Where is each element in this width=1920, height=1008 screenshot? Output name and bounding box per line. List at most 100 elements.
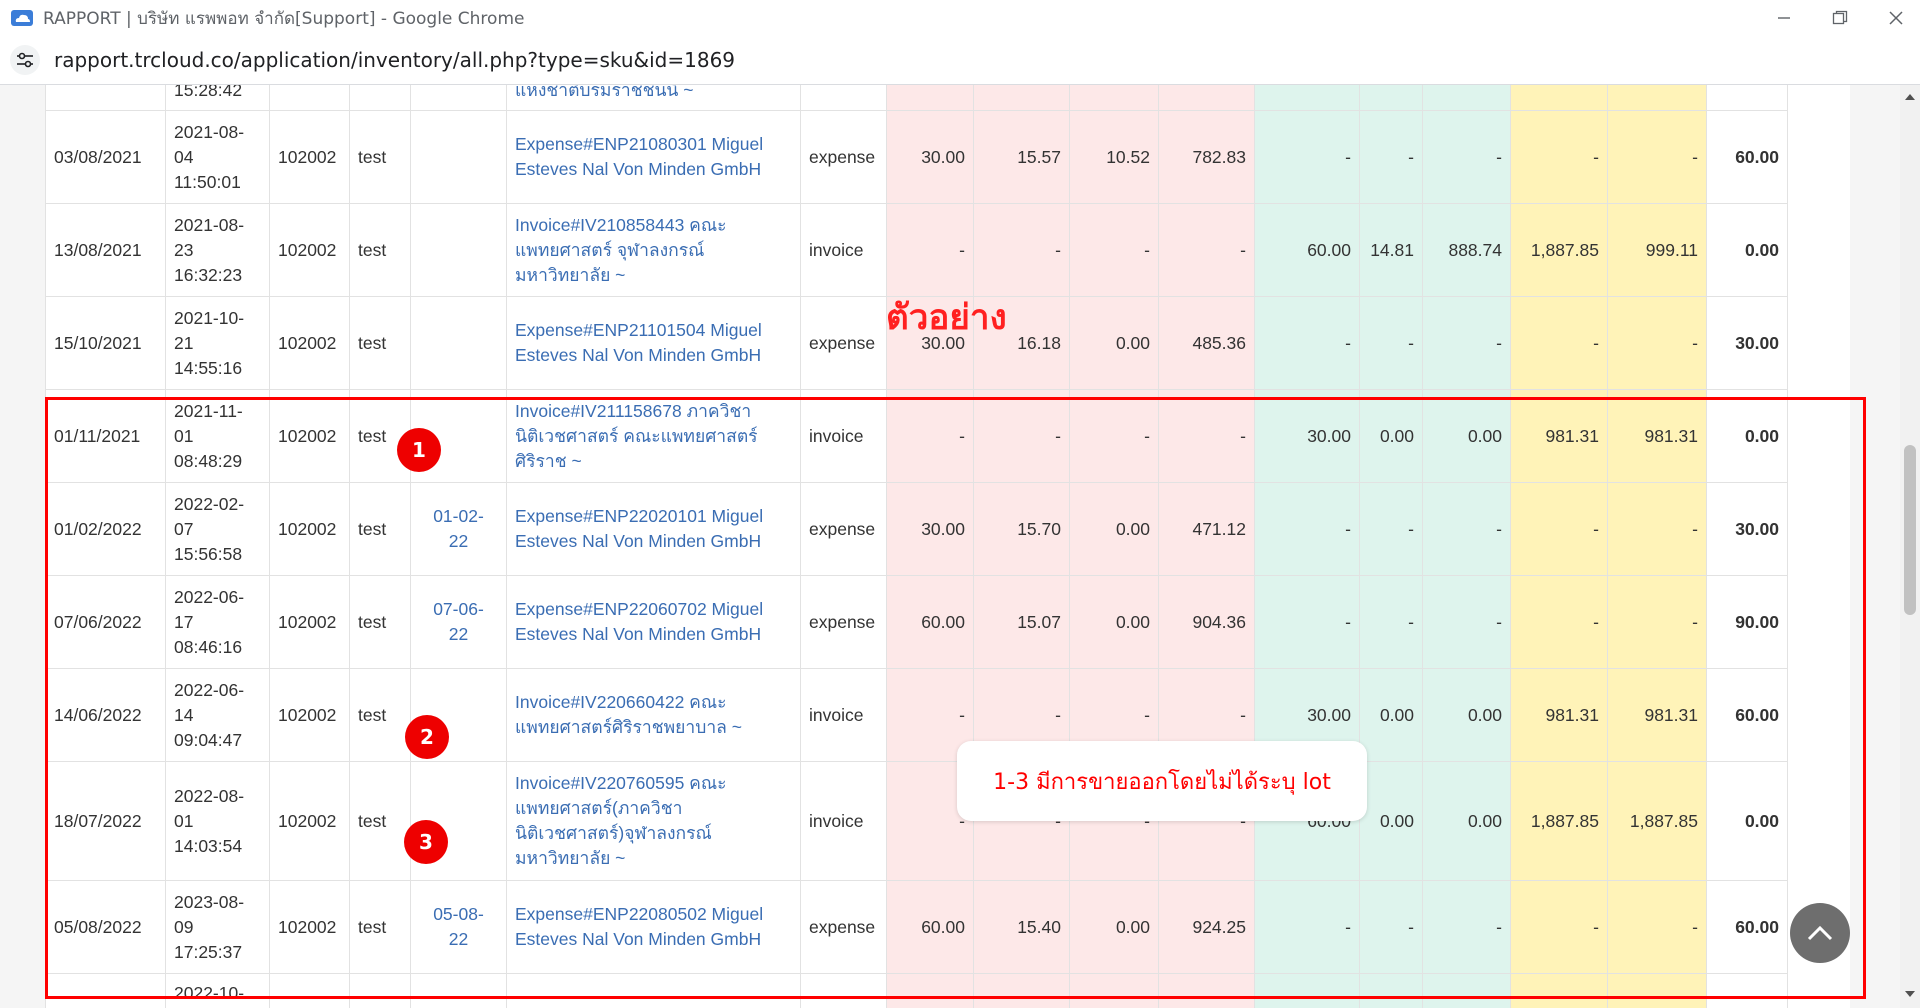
out-total-cell: - bbox=[1510, 880, 1608, 974]
url-field[interactable]: rapport.trcloud.co/application/inventory… bbox=[54, 48, 735, 72]
date-cell: 01/02/2022 bbox=[45, 482, 166, 576]
out-qty-cell bbox=[1254, 973, 1360, 1008]
lot-cell bbox=[410, 110, 507, 204]
lot-cell[interactable]: 05-08- 22 bbox=[410, 880, 507, 974]
annotation-marker-1: 1 bbox=[397, 428, 441, 472]
inventory-card: 15:28:42 แห่งชาติบรมราชชนนี ~03/08/2021 20… bbox=[45, 85, 1850, 1008]
document-link[interactable]: Expense#ENP21101504 Miguel Esteves Nal Vo… bbox=[506, 296, 801, 390]
out-total-cell: 1,887.85 bbox=[1510, 203, 1608, 297]
minimize-button[interactable] bbox=[1756, 0, 1812, 36]
document-link[interactable]: Invoice#IV220660422 คณะ แพทยศาสตร์ศิริราช… bbox=[506, 668, 801, 762]
in-unit-cell: - bbox=[1069, 389, 1159, 483]
document-link-line: นิติเวชศาสตร์)จุฬาลงกรณ์ bbox=[515, 823, 712, 843]
in-unit-cell: - bbox=[1069, 203, 1159, 297]
datetime-cell-line: 14:03:54 bbox=[174, 835, 243, 856]
lot-cell bbox=[410, 85, 507, 111]
document-link-line: Expense#ENP21080301 Miguel bbox=[515, 134, 764, 154]
datetime-cell: 2022-06- 14 09:04:47 bbox=[165, 668, 270, 762]
datetime-cell-line: 11:50:01 bbox=[174, 171, 241, 192]
out-unit-cell: - bbox=[1422, 880, 1511, 974]
annotation-example-label: ตัวอย่าง bbox=[886, 298, 1007, 338]
out-unit-cell: 0.00 bbox=[1422, 668, 1511, 762]
scrollbar-thumb[interactable] bbox=[1904, 445, 1916, 615]
datetime-cell-line: 2021-10- bbox=[174, 307, 245, 328]
document-link[interactable]: Expense#ENP22080502 Miguel Esteves Nal Vo… bbox=[506, 880, 801, 974]
in-cost-cell: - bbox=[973, 389, 1070, 483]
document-link-line: Invoice#IV220760595 คณะ bbox=[515, 773, 727, 793]
lot-cell-line: 01-02- bbox=[433, 506, 484, 526]
document-link[interactable]: Invoice#IV211158678 ภาควิชา นิติเวชศาสตร์… bbox=[506, 389, 801, 483]
lot-cell[interactable]: 01-02- 22 bbox=[410, 482, 507, 576]
restore-button[interactable] bbox=[1812, 0, 1868, 36]
balance-cell: 0.00 bbox=[1706, 389, 1788, 483]
out-unit-cell: - bbox=[1422, 296, 1511, 390]
out-total-cell: - bbox=[1510, 482, 1608, 576]
product-code-cell: 102002 bbox=[269, 761, 350, 881]
in-unit-cell: 10.52 bbox=[1069, 110, 1159, 204]
document-link[interactable]: Invoice#IV210858443 คณะ แพทยศาสตร์ จุฬาลง… bbox=[506, 203, 801, 297]
type-cell: expense bbox=[800, 296, 887, 390]
datetime-cell-line: 2022-10- bbox=[174, 983, 245, 1003]
product-name-cell bbox=[349, 973, 411, 1008]
in-qty-cell: - bbox=[886, 389, 974, 483]
datetime-cell-line: 2023-08- bbox=[174, 891, 245, 912]
date-cell: 13/08/2021 bbox=[45, 203, 166, 297]
close-button[interactable] bbox=[1868, 0, 1920, 36]
vertical-scrollbar[interactable] bbox=[1900, 85, 1920, 1008]
out-amount-cell: - bbox=[1607, 575, 1707, 669]
out-unit-cell: - bbox=[1422, 110, 1511, 204]
product-code-cell bbox=[269, 85, 350, 111]
out-amount-cell: - bbox=[1607, 110, 1707, 204]
product-code-cell: 102002 bbox=[269, 296, 350, 390]
datetime-cell: 2021-08- 23 16:32:23 bbox=[165, 203, 270, 297]
document-link[interactable]: Expense#ENP22020101 Miguel Esteves Nal Vo… bbox=[506, 482, 801, 576]
document-link[interactable]: แห่งชาติบรมราชชนนี ~ bbox=[506, 85, 801, 111]
product-name-cell: test bbox=[349, 203, 411, 297]
balance-cell bbox=[1706, 85, 1788, 111]
type-cell: invoice bbox=[800, 389, 887, 483]
datetime-cell: 15:28:42 bbox=[165, 85, 270, 111]
site-info-button[interactable] bbox=[10, 45, 40, 75]
document-link[interactable]: Expense#ENP22060702 Miguel Esteves Nal Vo… bbox=[506, 575, 801, 669]
out-total-cell bbox=[1510, 85, 1608, 111]
scroll-up-arrow-icon[interactable] bbox=[1905, 93, 1915, 101]
out-total-cell: 981.31 bbox=[1510, 389, 1608, 483]
datetime-cell: 2022-06- 17 08:46:16 bbox=[165, 575, 270, 669]
lot-cell-line: 05-08- bbox=[433, 904, 484, 924]
lot-cell-line: 07-06- bbox=[433, 599, 484, 619]
out-unit-cell: - bbox=[1422, 575, 1511, 669]
document-link[interactable]: Invoice#IV220760595 คณะ แพทยศาสตร์(ภาควิช… bbox=[506, 761, 801, 881]
out-unit-cell: - bbox=[1422, 482, 1511, 576]
in-total-cell: 782.83 bbox=[1158, 110, 1255, 204]
out-cost-cell: 0.00 bbox=[1359, 668, 1423, 762]
out-unit-cell: 888.74 bbox=[1422, 203, 1511, 297]
document-link[interactable]: Expense#ENP21080301 Miguel Esteves Nal Vo… bbox=[506, 110, 801, 204]
lot-cell[interactable]: 07-06- 22 bbox=[410, 575, 507, 669]
out-cost-cell: 0.00 bbox=[1359, 761, 1423, 881]
out-qty-cell: - bbox=[1254, 296, 1360, 390]
product-name-cell: test bbox=[349, 296, 411, 390]
type-cell: expense bbox=[800, 575, 887, 669]
out-amount-cell: 981.31 bbox=[1607, 668, 1707, 762]
datetime-cell-line: 09:04:47 bbox=[174, 729, 243, 750]
balance-cell: 60.00 bbox=[1706, 668, 1788, 762]
product-name-cell: test bbox=[349, 575, 411, 669]
in-total-cell bbox=[1158, 85, 1255, 111]
out-unit-cell: 0.00 bbox=[1422, 761, 1511, 881]
scroll-to-top-button[interactable] bbox=[1790, 903, 1850, 963]
out-cost-cell: 14.81 bbox=[1359, 203, 1423, 297]
in-cost-cell: - bbox=[973, 203, 1070, 297]
table-row: 18/07/2022 2022-08- 01 14:03:54 102002 test In… bbox=[45, 761, 1788, 881]
table-row: 14/06/2022 2022-06- 14 09:04:47 102002 test In… bbox=[45, 668, 1788, 762]
out-cost-cell: - bbox=[1359, 110, 1423, 204]
scroll-down-arrow-icon[interactable] bbox=[1905, 990, 1915, 998]
table-row: 01/02/2022 2022-02- 07 15:56:58 102002 test 01… bbox=[45, 482, 1788, 576]
in-qty-cell: - bbox=[886, 203, 974, 297]
out-total-cell bbox=[1510, 973, 1608, 1008]
document-link-line: มหาวิทยาลัย ~ bbox=[515, 848, 626, 868]
datetime-cell-line: 17 bbox=[174, 611, 194, 632]
date-cell: 03/08/2021 bbox=[45, 110, 166, 204]
datetime-cell-line: 09 bbox=[174, 916, 194, 937]
out-total-cell: 981.31 bbox=[1510, 668, 1608, 762]
out-qty-cell: 60.00 bbox=[1254, 203, 1360, 297]
